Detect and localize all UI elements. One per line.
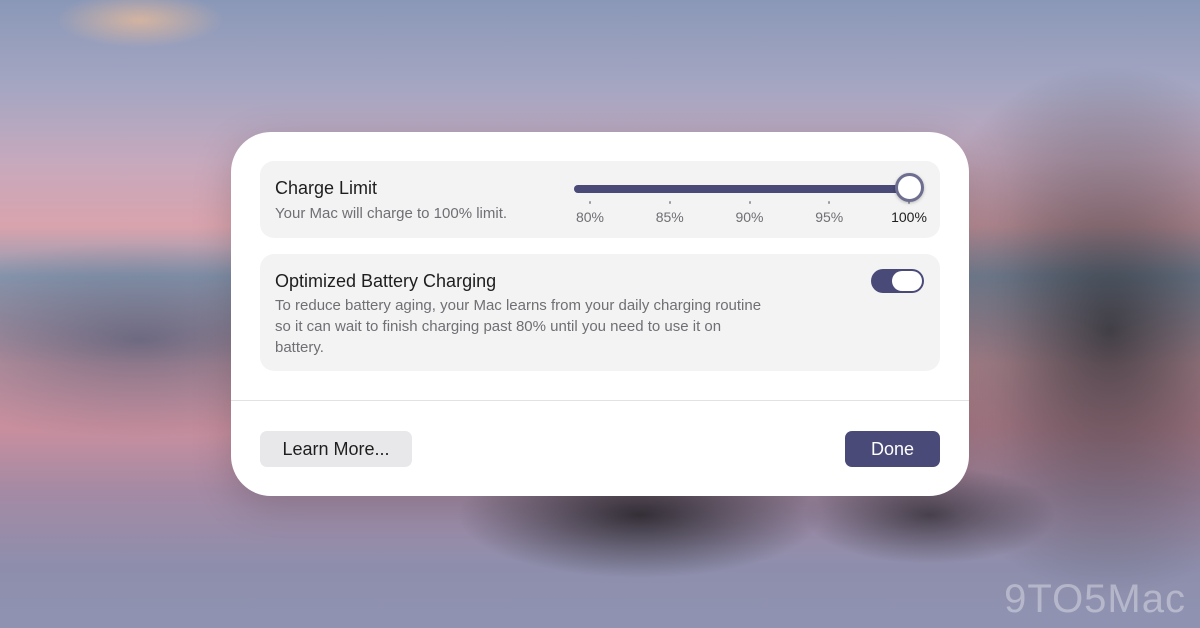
optimized-charging-toggle[interactable] bbox=[871, 269, 924, 293]
charge-limit-slider[interactable]: 80% 85% 90% 95% 100% bbox=[574, 171, 927, 225]
battery-options-dialog: Charge Limit Your Mac will charge to 100… bbox=[231, 132, 969, 496]
slider-tick-mark bbox=[589, 201, 591, 204]
optimized-charging-description: To reduce battery aging, your Mac learns… bbox=[275, 295, 855, 358]
watermark-logo: 9TO5Mac bbox=[1004, 577, 1186, 621]
slider-knob[interactable] bbox=[894, 173, 924, 202]
slider-tick-label: 85% bbox=[655, 209, 684, 225]
slider-tick-label: 80% bbox=[575, 209, 605, 225]
description-line: battery. bbox=[275, 339, 324, 356]
slider-tick-label: 90% bbox=[735, 209, 764, 225]
charge-limit-title: Charge Limit bbox=[275, 178, 378, 198]
optimized-charging-title: Optimized Battery Charging bbox=[275, 271, 497, 291]
optimized-charging-card: Optimized Battery Charging To reduce bat… bbox=[260, 254, 940, 371]
slider-tick-mark bbox=[668, 201, 671, 204]
charge-limit-card: Charge Limit Your Mac will charge to 100… bbox=[260, 161, 940, 238]
slider-tick-label: 100% bbox=[891, 209, 927, 225]
charge-limit-subtitle: Your Mac will charge to 100% limit. bbox=[275, 205, 508, 222]
learn-more-button[interactable]: Learn More... bbox=[260, 431, 412, 467]
description-line: so it can wait to finish charging past 8… bbox=[275, 318, 722, 335]
done-button[interactable]: Done bbox=[845, 431, 940, 467]
slider-fill bbox=[574, 185, 909, 193]
toggle-knob bbox=[892, 271, 922, 291]
dialog-divider bbox=[231, 400, 969, 401]
description-line: To reduce battery aging, your Mac learns… bbox=[275, 297, 762, 314]
slider-tick-label: 95% bbox=[815, 209, 844, 225]
slider-tick-mark bbox=[828, 201, 831, 204]
desktop-background: { "dialog": { "charge_limit": { "title":… bbox=[0, 0, 1200, 628]
slider-tick-mark bbox=[748, 201, 751, 204]
